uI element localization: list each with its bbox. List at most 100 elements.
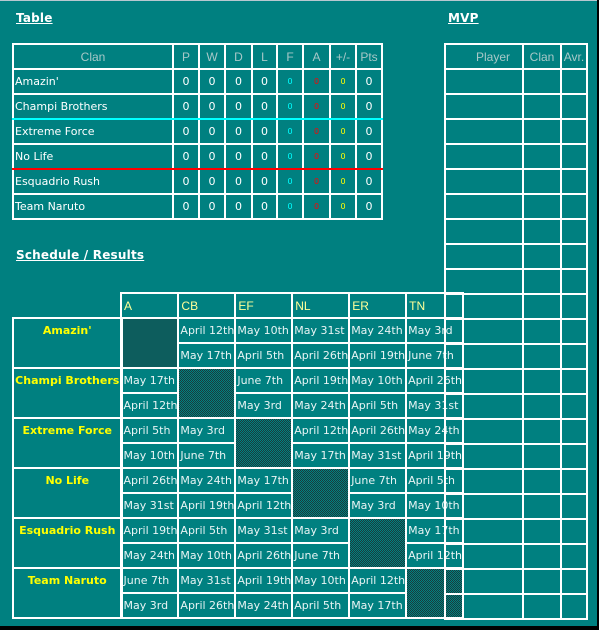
schedule-date-cell: May 3rd <box>348 492 408 519</box>
goals-for-cell: 0 <box>276 118 304 145</box>
col-header-lost: L <box>251 43 278 70</box>
schedule-date-cell: April 5th <box>177 517 237 544</box>
lost-cell: 0 <box>251 168 278 195</box>
goal-diff-cell: 0 <box>329 118 357 145</box>
mvp-row <box>444 293 588 320</box>
won-cell: 0 <box>198 143 226 170</box>
mvp-player-cell <box>444 218 524 245</box>
lost-cell: 0 <box>251 118 278 145</box>
mvp-player-cell <box>444 143 524 170</box>
schedule-date-cell: June 7th <box>234 367 294 394</box>
schedule-team-name: Extreme Force <box>12 417 123 469</box>
mvp-player-cell <box>444 268 524 295</box>
schedule-date-cell: April 19th <box>177 492 237 519</box>
schedule-date-cell: May 31st <box>119 492 180 519</box>
mvp-player-cell <box>444 243 524 270</box>
mvp-clan-cell <box>522 168 562 195</box>
schedule-date-cell: May 3rd <box>119 592 180 619</box>
schedule-date-cell: April 12th <box>177 317 237 344</box>
mvp-row <box>444 318 588 345</box>
team-name-cell: Esquadrio Rush <box>12 168 174 195</box>
drawn-cell: 0 <box>224 93 253 120</box>
standings-row: Champi Brothers 0 0 0 0 0 0 0 0 <box>12 93 383 120</box>
goals-against-cell: 0 <box>302 118 331 145</box>
mvp-row <box>444 168 588 195</box>
mvp-row <box>444 443 588 470</box>
schedule-self-cell <box>291 467 351 519</box>
schedule-date-cell: April 12th <box>119 392 180 419</box>
mvp-average-cell <box>560 493 588 520</box>
schedule-date-cell: May 10th <box>291 567 351 594</box>
schedule-team-name: Champi Brothers <box>12 367 123 419</box>
won-cell: 0 <box>198 118 226 145</box>
schedule-corner <box>13 293 122 318</box>
schedule-date-cell: May 31st <box>177 567 237 594</box>
col-header-played: P <box>172 43 200 70</box>
schedule-date-cell: June 7th <box>348 467 408 494</box>
schedule-date-cell: May 10th <box>234 317 294 344</box>
played-cell: 0 <box>172 93 200 120</box>
schedule-title: Schedule / Results <box>16 248 145 262</box>
mvp-clan-cell <box>522 118 562 145</box>
schedule-self-cell <box>177 367 237 419</box>
schedule-date-cell: May 24th <box>119 542 180 569</box>
points-cell: 0 <box>355 143 383 170</box>
team-name-cell: Amazin' <box>12 68 174 95</box>
mvp-player-cell <box>444 443 524 470</box>
mvp-row <box>444 218 588 245</box>
schedule-date-cell: May 3rd <box>291 517 351 544</box>
mvp-row <box>444 468 588 495</box>
schedule-header-row: A CB EF NL ER TN <box>13 292 465 319</box>
schedule-date-cell: May 24th <box>177 467 237 494</box>
lost-cell: 0 <box>251 93 278 120</box>
schedule-date-cell: May 17th <box>348 592 408 619</box>
points-cell: 0 <box>355 118 383 145</box>
schedule-self-cell <box>119 317 180 369</box>
mvp-row <box>444 568 588 595</box>
mvp-average-cell <box>560 143 588 170</box>
mvp-clan-cell <box>522 293 562 320</box>
mvp-header-row: Player Clan Avr. <box>444 43 588 70</box>
schedule-date-cell: May 3rd <box>177 417 237 444</box>
mvp-player-cell <box>444 543 524 570</box>
mvp-average-cell <box>560 68 588 95</box>
mvp-clan-cell <box>522 443 562 470</box>
schedule-date-cell: April 26th <box>119 467 180 494</box>
standings-header-row: Clan P W D L F A +/- Pts <box>12 43 383 70</box>
played-cell: 0 <box>172 143 200 170</box>
goal-diff-cell: 0 <box>329 168 357 195</box>
mvp-player-cell <box>444 343 524 370</box>
schedule-date-cell: April 26th <box>348 417 408 444</box>
drawn-cell: 0 <box>224 193 253 220</box>
standings-row: No Life 0 0 0 0 0 0 0 0 <box>12 143 383 170</box>
mvp-clan-cell <box>522 543 562 570</box>
mvp-average-cell <box>560 518 588 545</box>
standings-title: Table <box>16 11 53 25</box>
mvp-row <box>444 518 588 545</box>
goals-for-cell: 0 <box>276 143 304 170</box>
schedule-col-header: NL <box>291 292 351 319</box>
mvp-average-cell <box>560 168 588 195</box>
schedule-team-name: Team Naruto <box>12 567 123 619</box>
goal-diff-cell: 0 <box>329 68 357 95</box>
lost-cell: 0 <box>251 68 278 95</box>
points-cell: 0 <box>355 93 383 120</box>
schedule-date-cell: May 31st <box>234 517 294 544</box>
mvp-average-cell <box>560 293 588 320</box>
standings-row: Amazin' 0 0 0 0 0 0 0 0 <box>12 68 383 95</box>
mvp-average-cell <box>560 93 588 120</box>
schedule-date-cell: May 17th <box>234 467 294 494</box>
schedule-date-cell: May 10th <box>119 442 180 469</box>
mvp-player-cell <box>444 568 524 595</box>
mvp-row <box>444 368 588 395</box>
mvp-clan-cell <box>522 568 562 595</box>
schedule-date-cell: May 3rd <box>234 392 294 419</box>
schedule-self-cell <box>234 417 294 469</box>
drawn-cell: 0 <box>224 143 253 170</box>
mvp-player-cell <box>444 68 524 95</box>
mvp-row <box>444 593 588 620</box>
mvp-row <box>444 343 588 370</box>
goals-for-cell: 0 <box>276 168 304 195</box>
schedule-row: Esquadrio Rush April 19th April 5th May 31s… <box>12 517 465 569</box>
team-name-cell: Team Naruto <box>12 193 174 220</box>
